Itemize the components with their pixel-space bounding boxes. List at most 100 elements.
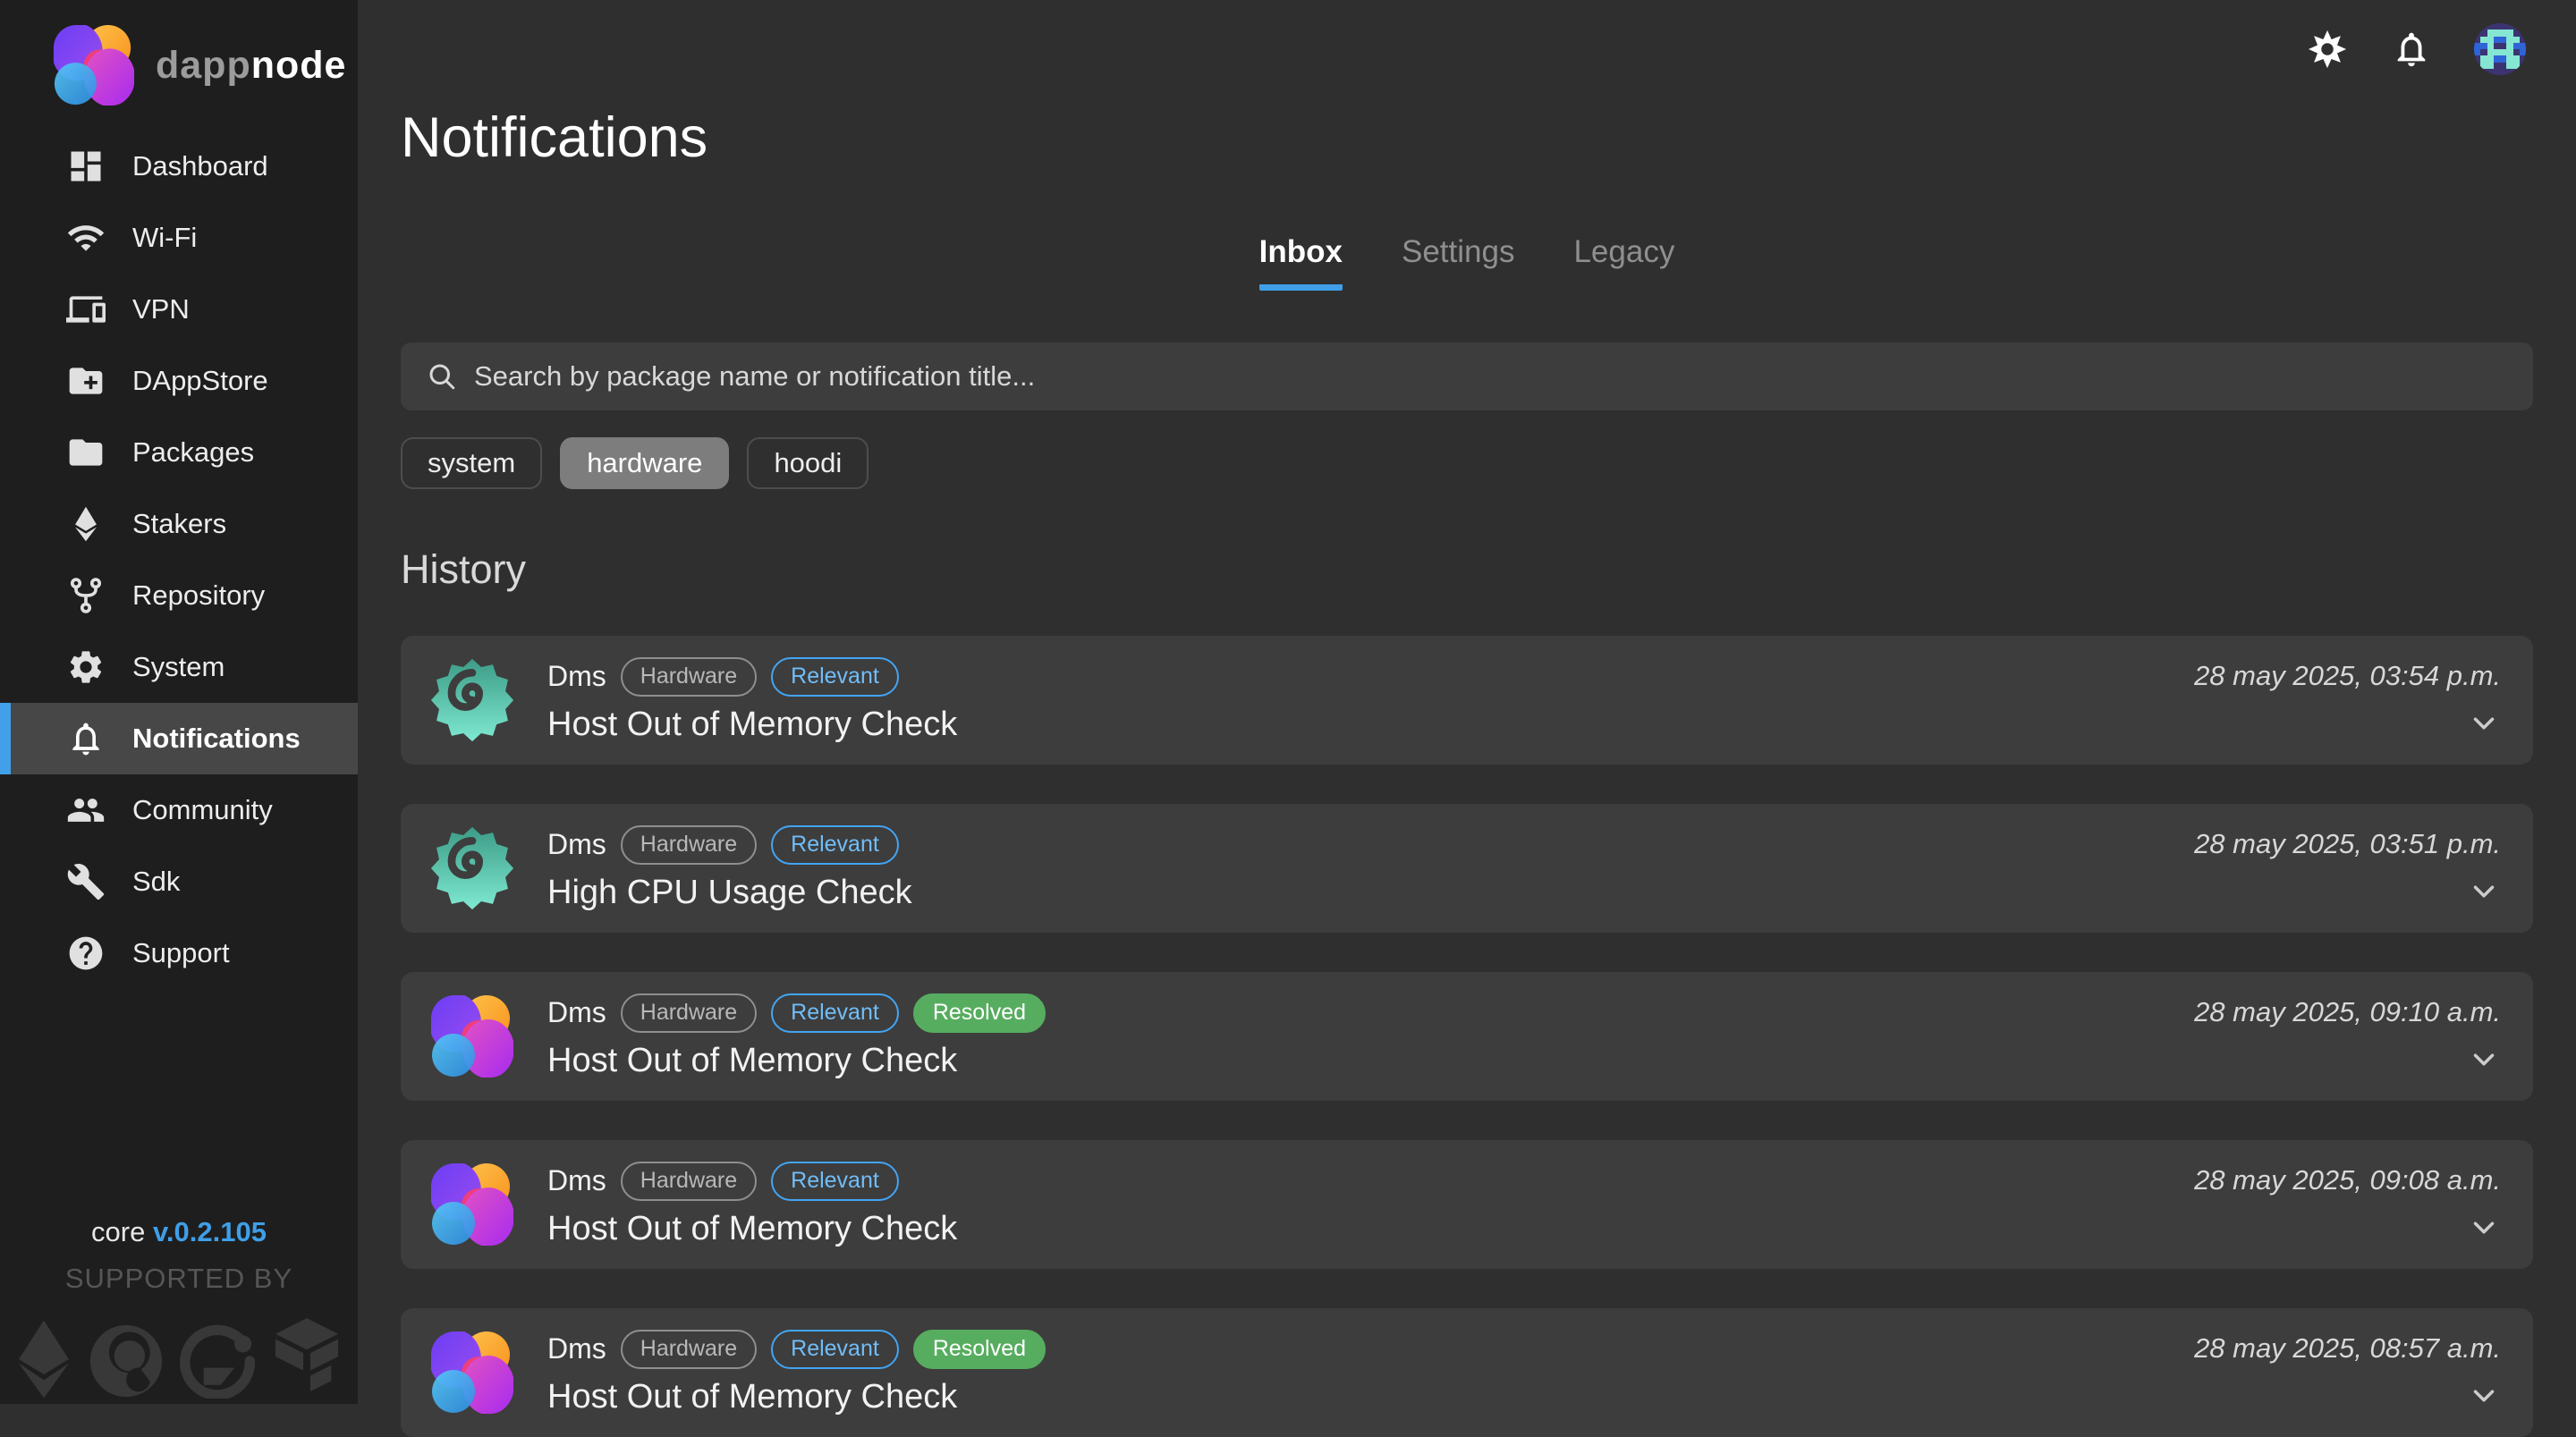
chevron-down-icon[interactable] bbox=[2467, 875, 2501, 909]
sidebar-item-label: Notifications bbox=[132, 723, 301, 755]
search-input[interactable] bbox=[474, 360, 2508, 393]
help-icon bbox=[66, 934, 106, 973]
notification-body: Dms Hardware Relevant Host Out of Memory… bbox=[547, 1162, 957, 1248]
filter-chip-system[interactable]: system bbox=[401, 437, 542, 489]
main-content: Notifications Inbox Settings Legacy syst… bbox=[358, 0, 2576, 1404]
notification-list: Dms Hardware Relevant Host Out of Memory… bbox=[401, 636, 2533, 1437]
sidebar-item-label: Repository bbox=[132, 579, 265, 612]
relevant-badge: Relevant bbox=[771, 993, 899, 1033]
resolved-badge: Resolved bbox=[913, 1330, 1046, 1369]
brand-wordmark: dappnode bbox=[156, 44, 346, 88]
tabs: Inbox Settings Legacy bbox=[401, 234, 2533, 291]
notification-title: Host Out of Memory Check bbox=[547, 1042, 1046, 1080]
sidebar-item-system[interactable]: System bbox=[0, 631, 358, 703]
sidebar-item-notifications[interactable]: Notifications bbox=[0, 703, 358, 774]
sidebar: dappnode Dashboard Wi-Fi VPN DAppStore P… bbox=[0, 0, 358, 1404]
notification-card[interactable]: Dms Hardware Relevant Host Out of Memory… bbox=[401, 1140, 2533, 1269]
notification-title: Host Out of Memory Check bbox=[547, 1210, 957, 1248]
notification-timestamp: 28 may 2025, 09:10 a.m. bbox=[2194, 996, 2501, 1028]
blockies-avatar[interactable] bbox=[2474, 23, 2526, 75]
chevron-down-icon[interactable] bbox=[2467, 1211, 2501, 1245]
devices-icon bbox=[66, 290, 106, 329]
core-version-link[interactable]: v.0.2.105 bbox=[153, 1216, 267, 1247]
sidebar-item-label: VPN bbox=[132, 293, 190, 325]
sidebar-item-sdk[interactable]: Sdk bbox=[0, 846, 358, 917]
sidebar-item-packages[interactable]: Packages bbox=[0, 417, 358, 488]
sidebar-item-label: System bbox=[132, 651, 225, 683]
sidebar-item-label: Sdk bbox=[132, 866, 180, 898]
sidebar-item-label: Dashboard bbox=[132, 150, 268, 182]
sidebar-footer: core v.0.2.105 SUPPORTED BY bbox=[0, 1216, 358, 1399]
notification-title: Host Out of Memory Check bbox=[547, 706, 957, 744]
relevant-badge: Relevant bbox=[771, 1330, 899, 1369]
relevant-badge: Relevant bbox=[771, 657, 899, 697]
sidebar-item-support[interactable]: Support bbox=[0, 917, 358, 989]
gear-icon bbox=[66, 647, 106, 687]
bell-icon bbox=[2391, 29, 2432, 70]
notification-source: Dms bbox=[547, 996, 606, 1029]
notification-timestamp: 28 may 2025, 03:54 p.m. bbox=[2194, 660, 2501, 692]
chevron-down-icon[interactable] bbox=[2467, 1043, 2501, 1077]
dappnode-icon bbox=[429, 1330, 515, 1416]
sidebar-item-repository[interactable]: Repository bbox=[0, 560, 358, 631]
category-badge: Hardware bbox=[621, 1330, 757, 1369]
notification-source: Dms bbox=[547, 1332, 606, 1365]
sidebar-item-label: Stakers bbox=[132, 508, 226, 540]
sidebar-item-label: DAppStore bbox=[132, 365, 268, 397]
grafana-icon bbox=[429, 825, 515, 911]
people-icon bbox=[66, 790, 106, 830]
bell-icon bbox=[66, 719, 106, 758]
notification-source: Dms bbox=[547, 828, 606, 861]
sidebar-nav: Dashboard Wi-Fi VPN DAppStore Packages S… bbox=[0, 131, 358, 989]
tab-settings[interactable]: Settings bbox=[1402, 234, 1514, 291]
dappnode-icon bbox=[429, 993, 515, 1079]
search-bar[interactable] bbox=[401, 342, 2533, 410]
sidebar-item-label: Support bbox=[132, 937, 230, 969]
sidebar-item-vpn[interactable]: VPN bbox=[0, 274, 358, 345]
notification-timestamp: 28 may 2025, 08:57 a.m. bbox=[2194, 1332, 2501, 1365]
supported-by-label: SUPPORTED BY bbox=[0, 1263, 358, 1295]
circle-dot-icon bbox=[180, 1323, 255, 1399]
history-heading: History bbox=[401, 546, 2533, 593]
folder-icon bbox=[66, 433, 106, 472]
brand[interactable]: dappnode bbox=[0, 0, 358, 107]
sidebar-item-dappstore[interactable]: DAppStore bbox=[0, 345, 358, 417]
core-version: core v.0.2.105 bbox=[0, 1216, 358, 1248]
sidebar-item-community[interactable]: Community bbox=[0, 774, 358, 846]
notification-card[interactable]: Dms Hardware Relevant Resolved Host Out … bbox=[401, 972, 2533, 1101]
dappnode-logo-icon bbox=[52, 23, 136, 107]
partner-logos bbox=[0, 1318, 358, 1399]
filter-chip-hoodi[interactable]: hoodi bbox=[747, 437, 869, 489]
notification-title: High CPU Usage Check bbox=[547, 874, 912, 912]
sidebar-item-wifi[interactable]: Wi-Fi bbox=[0, 202, 358, 274]
resolved-badge: Resolved bbox=[913, 993, 1046, 1033]
notification-body: Dms Hardware Relevant Resolved Host Out … bbox=[547, 1330, 1046, 1416]
folder-plus-icon bbox=[66, 361, 106, 401]
notification-body: Dms Hardware Relevant Resolved Host Out … bbox=[547, 993, 1046, 1080]
tab-legacy[interactable]: Legacy bbox=[1573, 234, 1674, 291]
chevron-down-icon[interactable] bbox=[2467, 706, 2501, 740]
notification-title: Host Out of Memory Check bbox=[547, 1378, 1046, 1416]
cube-stack-icon bbox=[272, 1318, 342, 1399]
ethereum-icon bbox=[66, 504, 106, 544]
notification-card[interactable]: Dms Hardware Relevant Host Out of Memory… bbox=[401, 636, 2533, 765]
sidebar-item-dashboard[interactable]: Dashboard bbox=[0, 131, 358, 202]
wrench-icon bbox=[66, 862, 106, 901]
notification-timestamp: 28 may 2025, 03:51 p.m. bbox=[2194, 828, 2501, 860]
theme-toggle-button[interactable] bbox=[2306, 28, 2349, 71]
filter-chip-hardware[interactable]: hardware bbox=[560, 437, 729, 489]
relevant-badge: Relevant bbox=[771, 825, 899, 865]
notification-card[interactable]: Dms Hardware Relevant High CPU Usage Che… bbox=[401, 804, 2533, 933]
notification-card[interactable]: Dms Hardware Relevant Resolved Host Out … bbox=[401, 1308, 2533, 1437]
grafana-icon bbox=[429, 657, 515, 743]
sidebar-item-stakers[interactable]: Stakers bbox=[0, 488, 358, 560]
filter-chips: system hardware hoodi bbox=[401, 437, 2533, 489]
sidebar-item-label: Community bbox=[132, 794, 273, 826]
page-title: Notifications bbox=[401, 106, 2533, 170]
category-badge: Hardware bbox=[621, 1162, 757, 1201]
notifications-button[interactable] bbox=[2390, 28, 2433, 71]
sidebar-item-label: Wi-Fi bbox=[132, 222, 197, 254]
chevron-down-icon[interactable] bbox=[2467, 1379, 2501, 1413]
tab-inbox[interactable]: Inbox bbox=[1259, 234, 1343, 291]
relevant-badge: Relevant bbox=[771, 1162, 899, 1201]
